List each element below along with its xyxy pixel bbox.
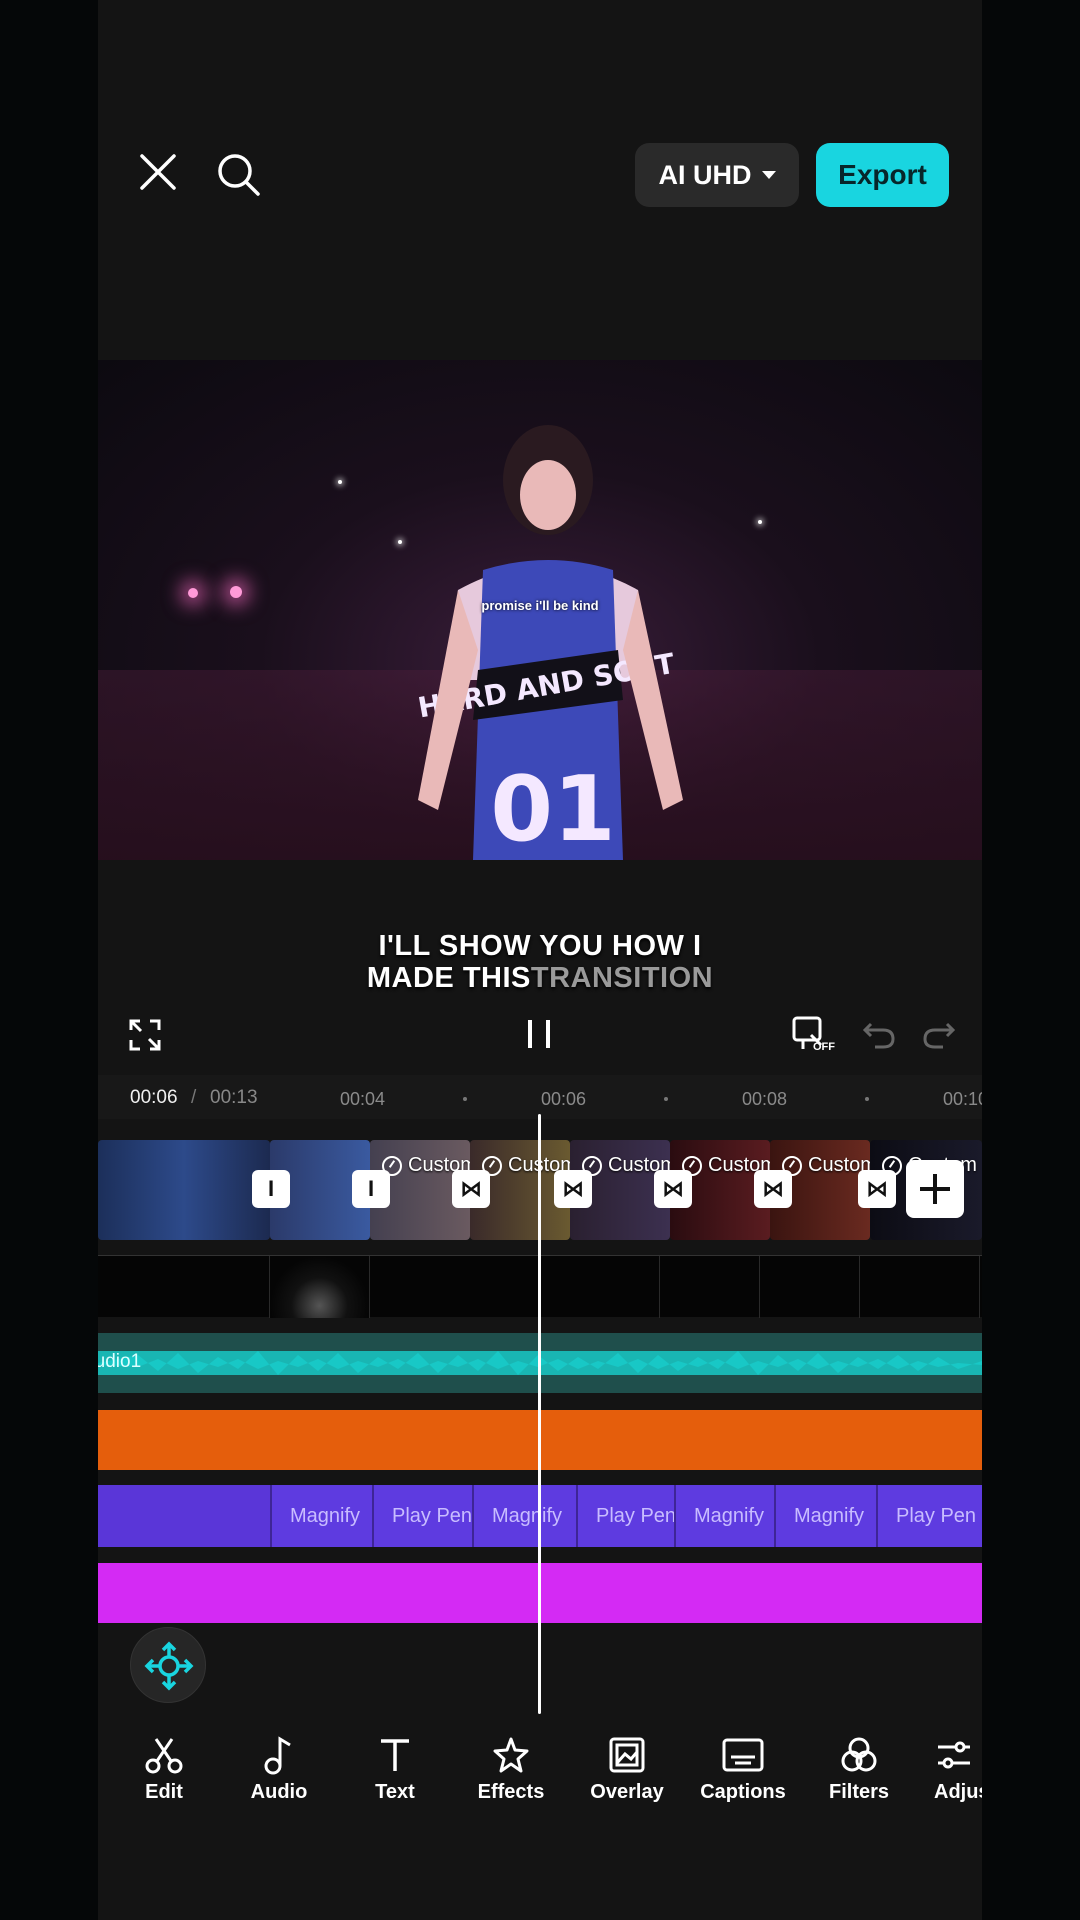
transition-icon[interactable]: ⋈	[554, 1170, 592, 1208]
filters-icon	[841, 1737, 877, 1772]
keyframe-toggle[interactable]: OFF	[791, 1015, 835, 1055]
subtitle-line-2: MADE THISTRANSITION	[98, 962, 982, 994]
transition-icon[interactable]: ⋈	[452, 1170, 490, 1208]
tool-edit[interactable]: Edit	[109, 1735, 219, 1804]
undo-icon	[862, 1022, 895, 1049]
current-time: 00:06	[130, 1087, 178, 1108]
audio-label: Audio1	[98, 1351, 142, 1372]
quality-label: AI UHD	[658, 159, 752, 190]
video-preview[interactable]: HARD AND SOFT 01 promise i'll be kind	[98, 360, 982, 860]
tool-audio[interactable]: Audio	[224, 1735, 334, 1804]
tool-effects[interactable]: Effects	[456, 1735, 566, 1804]
subtitle-line-1: I'LL SHOW YOU HOW I	[378, 930, 702, 962]
close-icon	[140, 154, 176, 190]
text-icon	[381, 1739, 409, 1771]
tick-label: 00:04	[340, 1089, 386, 1109]
stage-light	[188, 588, 198, 598]
tick-label: 00:08	[742, 1089, 788, 1109]
redo-icon	[923, 1022, 956, 1049]
total-time: 00:13	[210, 1087, 258, 1108]
tool-filters[interactable]: Filters	[804, 1735, 914, 1804]
transition-icon[interactable]: ⋈	[654, 1170, 692, 1208]
effect-clip[interactable]: Play Pen	[876, 1485, 982, 1547]
clip-label: Custom	[782, 1154, 870, 1177]
star-icon	[493, 1737, 529, 1773]
playhead[interactable]	[538, 1114, 541, 1714]
plus-icon	[920, 1174, 950, 1204]
move-icon	[144, 1641, 194, 1691]
export-button[interactable]: Export	[816, 143, 949, 207]
sliders-icon	[938, 1741, 970, 1769]
time-separator: /	[191, 1087, 197, 1108]
captions-icon	[722, 1738, 764, 1772]
overlay-clip[interactable]	[660, 1256, 760, 1318]
tick-dot	[463, 1097, 467, 1101]
search-button[interactable]	[216, 152, 262, 198]
effect-clip[interactable]: Magnify	[674, 1485, 774, 1547]
transition-marker[interactable]: I	[352, 1170, 390, 1208]
subtitle-dim: TRANSITION	[530, 962, 714, 994]
move-button[interactable]	[130, 1627, 206, 1703]
overlay-clip[interactable]	[98, 1256, 270, 1318]
bottom-toolbar: Edit Audio Text Effects Overlay Captions…	[98, 1735, 982, 1845]
stage-light	[338, 480, 342, 484]
tick-dot	[865, 1097, 869, 1101]
overlay-clip[interactable]	[370, 1256, 540, 1318]
tool-text[interactable]: Text	[340, 1735, 450, 1804]
tool-overlay[interactable]: Overlay	[572, 1735, 682, 1804]
keyframe-state: OFF	[813, 1041, 835, 1053]
chevron-down-icon	[761, 171, 776, 179]
tick-label: 00:06	[541, 1089, 587, 1109]
video-editor: AI UHD Export HARD AND SOFT 01 promise i…	[98, 0, 982, 1920]
tool-captions[interactable]: Captions	[688, 1735, 798, 1804]
quality-dropdown[interactable]: AI UHD	[635, 143, 799, 207]
overlay-clip[interactable]	[270, 1256, 370, 1318]
overlay-clip[interactable]	[540, 1256, 660, 1318]
subtitle-text[interactable]: I'LL SHOW YOU HOW I MADE THISTRANSITION	[98, 930, 982, 994]
tool-adjust[interactable]: Adjust	[920, 1735, 982, 1804]
transition-icon[interactable]: ⋈	[754, 1170, 792, 1208]
effect-clip[interactable]: Play Pen	[372, 1485, 472, 1547]
redo-button[interactable]	[923, 1020, 956, 1050]
music-note-icon	[264, 1736, 291, 1775]
undo-button[interactable]	[862, 1020, 895, 1050]
close-button[interactable]	[138, 152, 178, 192]
effect-clip[interactable]: Magnify	[774, 1485, 876, 1547]
time-ruler[interactable]: 00:06 / 00:13 00:04 00:06 00:08 00:10	[98, 1075, 982, 1119]
pause-button[interactable]	[526, 1018, 552, 1050]
effect-clip[interactable]: Magnify	[472, 1485, 576, 1547]
search-icon	[218, 154, 260, 196]
transition-icon[interactable]: ⋈	[858, 1170, 896, 1208]
overlay-caption: promise i'll be kind	[481, 598, 599, 613]
tick-dot	[664, 1097, 668, 1101]
expand-icon	[129, 1019, 161, 1051]
stage-light	[230, 586, 242, 598]
image-icon	[609, 1737, 645, 1773]
pause-icon	[528, 1020, 550, 1048]
fullscreen-button[interactable]	[128, 1018, 162, 1052]
svg-text:01: 01	[490, 757, 615, 860]
effect-clip[interactable]: Play Pen	[576, 1485, 674, 1547]
overlay-clip[interactable]	[860, 1256, 980, 1318]
overlay-clip[interactable]	[760, 1256, 860, 1318]
subtitle-bright: MADE THIS	[366, 962, 531, 994]
performer-figure: HARD AND SOFT 01	[415, 425, 683, 860]
add-clip-button[interactable]	[906, 1160, 964, 1218]
effect-clip[interactable]: Magnify	[270, 1485, 372, 1547]
video-clip[interactable]	[98, 1140, 270, 1240]
transition-marker[interactable]: I	[252, 1170, 290, 1208]
tick-label: 00:10	[943, 1089, 982, 1109]
stage-light	[758, 520, 762, 524]
scissors-icon	[145, 1738, 183, 1774]
